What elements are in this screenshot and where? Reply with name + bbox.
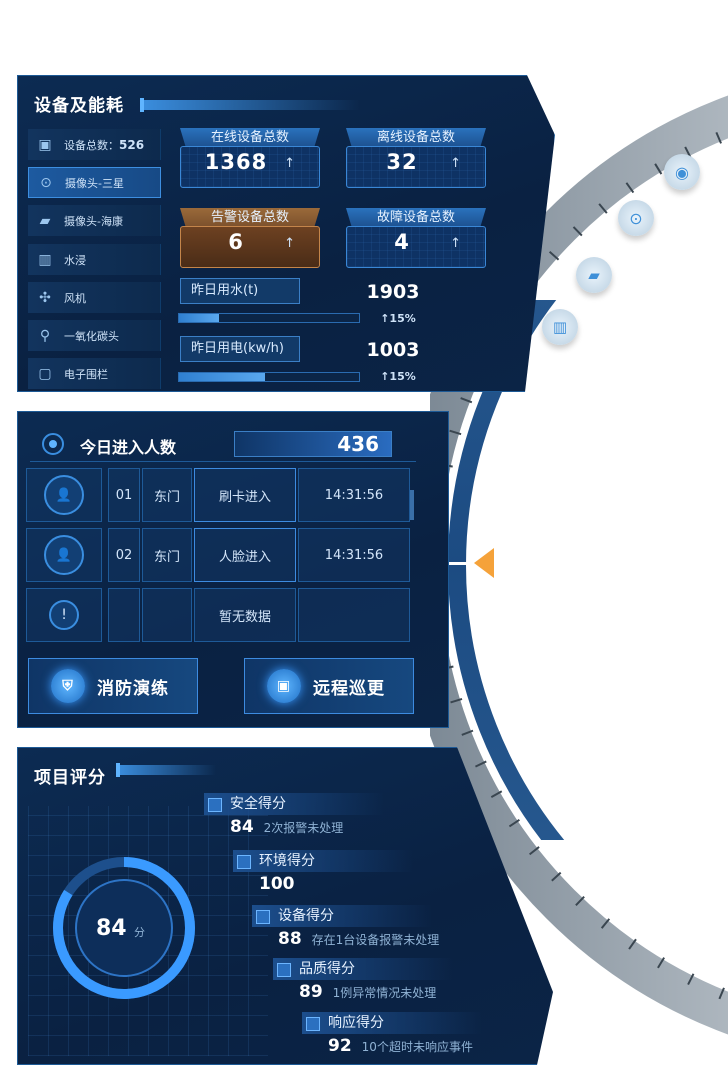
sidebar-item-label: 水浸 — [64, 253, 86, 267]
sidebar-item-co-sensor[interactable]: ⚲ 一氧化碳头 — [28, 320, 161, 351]
score-name: 安全得分 — [204, 793, 384, 815]
camera-icon: ⊙ — [40, 174, 52, 191]
fire-drill-button[interactable]: ⛨ 消防演练 — [28, 658, 198, 714]
row-gate: 东门 — [142, 468, 192, 522]
water-icon: ▥ — [38, 251, 52, 268]
score-name: 设备得分 — [252, 905, 432, 927]
sidebar-item-label: 摄像头-海康 — [64, 214, 123, 228]
total-score: 84 — [96, 916, 127, 941]
alert-cell: ! — [26, 588, 102, 642]
dial-pointer-line — [446, 562, 474, 565]
avatar-cell: 👤 — [26, 528, 102, 582]
online-stat: 在线设备总数 1368 ↑ — [180, 128, 320, 188]
fan-icon: ✣ — [39, 289, 51, 306]
stat-label: 告警设备总数 — [180, 208, 320, 228]
score-value: 100 — [259, 874, 295, 894]
stat-label: 离线设备总数 — [346, 128, 486, 148]
avatar-cell: 👤 — [26, 468, 102, 522]
row-gate: 东门 — [142, 528, 192, 582]
camera-icon[interactable]: ⊙ — [618, 200, 654, 236]
row-method: 暂无数据 — [194, 588, 296, 642]
up-arrow-icon: ↑ — [284, 236, 295, 251]
button-label: 远程巡更 — [313, 678, 385, 699]
score-unit: 分 — [134, 926, 145, 939]
row-method: 人脸进入 — [194, 528, 296, 582]
row-no: 02 — [108, 528, 140, 582]
score-panel: 项目评分 84 分 安全得分 84 2次报警未处理 环境得分 100 设备得分 8… — [17, 747, 553, 1065]
sidebar-item-fence[interactable]: ▢ 电子围栏 — [28, 358, 161, 389]
sidebar-item-label: 风机 — [64, 291, 86, 305]
water-icon[interactable]: ▥ — [542, 309, 578, 345]
entry-panel: 今日进入人数 436 👤 01 东门 刷卡进入 14:31:56 👤 02 东门… — [17, 411, 449, 728]
score-value: 88 存在1台设备报警未处理 — [278, 929, 440, 949]
row-time: 14:31:56 — [298, 468, 410, 522]
up-arrow-icon: ↑ — [450, 236, 461, 251]
device-energy-panel: 设备及能耗 ▣ 设备总数：526 ⊙ 摄像头-三星 ▰ 摄像头-海康 ▥ 水浸 … — [17, 75, 555, 392]
sidebar-item-label: 设备总数：526 — [64, 137, 145, 152]
robot-icon: ▣ — [267, 669, 301, 703]
stat-value: 6 — [228, 230, 244, 254]
co-sensor-icon: ⚲ — [39, 327, 51, 344]
score-value: 89 1例异常情况未处理 — [299, 982, 437, 1002]
up-arrow-icon: ↑ — [284, 156, 295, 171]
sidebar-item-water[interactable]: ▥ 水浸 — [28, 244, 161, 275]
score-value: 92 10个超时未响应事件 — [328, 1036, 473, 1056]
fence-icon: ▢ — [38, 365, 52, 382]
score-name: 品质得分 — [273, 958, 453, 980]
row-gate — [142, 588, 192, 642]
entry-title: 今日进入人数 — [80, 438, 177, 457]
sidebar-item-fan[interactable]: ✣ 风机 — [28, 282, 161, 313]
power-value: 1003 — [366, 339, 420, 361]
panel-title: 设备及能耗 — [34, 96, 124, 116]
cctv-icon[interactable]: ▰ — [576, 257, 612, 293]
device-icon: ▣ — [38, 136, 52, 153]
row-time: 14:31:56 — [298, 528, 410, 582]
water-label: 昨日用水(t) — [180, 278, 300, 304]
water-bar — [178, 313, 360, 323]
stat-value: 32 — [386, 150, 418, 174]
dial-pointer — [474, 548, 494, 578]
row-time — [298, 588, 410, 642]
row-no — [108, 588, 140, 642]
sidebar-item-label: 摄像头-三星 — [65, 176, 124, 190]
button-label: 消防演练 — [97, 678, 169, 699]
cctv-icon: ▰ — [39, 212, 51, 229]
eye-icon[interactable]: ◉ — [664, 154, 700, 190]
sidebar-item-total[interactable]: ▣ 设备总数：526 — [28, 129, 161, 160]
water-change: ↑15% — [380, 312, 416, 325]
offline-stat: 离线设备总数 32 ↑ — [346, 128, 486, 188]
remote-patrol-button[interactable]: ▣ 远程巡更 — [244, 658, 414, 714]
target-icon — [42, 433, 64, 455]
title-bar — [140, 98, 360, 112]
alarm-stat: 告警设备总数 6 ↑ — [180, 208, 320, 268]
stat-value: 4 — [394, 230, 410, 254]
up-arrow-icon: ↑ — [450, 156, 461, 171]
row-method: 刷卡进入 — [194, 468, 296, 522]
sidebar-item-camera-hik[interactable]: ▰ 摄像头-海康 — [28, 205, 161, 236]
water-value: 1903 — [366, 281, 420, 303]
stat-label: 故障设备总数 — [346, 208, 486, 228]
entry-count: 436 — [234, 431, 392, 457]
power-bar — [178, 372, 360, 382]
title-bar — [116, 763, 216, 777]
scrollbar[interactable] — [410, 490, 414, 520]
user-check-icon: 👤 — [44, 475, 84, 515]
row-no: 01 — [108, 468, 140, 522]
sidebar-item-label: 电子围栏 — [64, 367, 108, 381]
stat-value: 1368 — [204, 150, 268, 174]
shield-icon: ⛨ — [51, 669, 85, 703]
stat-label: 在线设备总数 — [180, 128, 320, 148]
score-name: 环境得分 — [233, 850, 413, 872]
sidebar-item-label: 一氧化碳头 — [64, 329, 119, 343]
user-check-icon: 👤 — [44, 535, 84, 575]
fault-stat: 故障设备总数 4 ↑ — [346, 208, 486, 268]
power-label: 昨日用电(kw/h) — [180, 336, 300, 362]
score-name: 响应得分 — [302, 1012, 482, 1034]
sidebar-item-camera-samsung[interactable]: ⊙ 摄像头-三星 — [28, 167, 161, 198]
score-value: 84 2次报警未处理 — [230, 817, 344, 837]
alert-icon: ! — [49, 600, 79, 630]
power-change: ↑15% — [380, 370, 416, 383]
panel-title: 项目评分 — [34, 768, 106, 788]
